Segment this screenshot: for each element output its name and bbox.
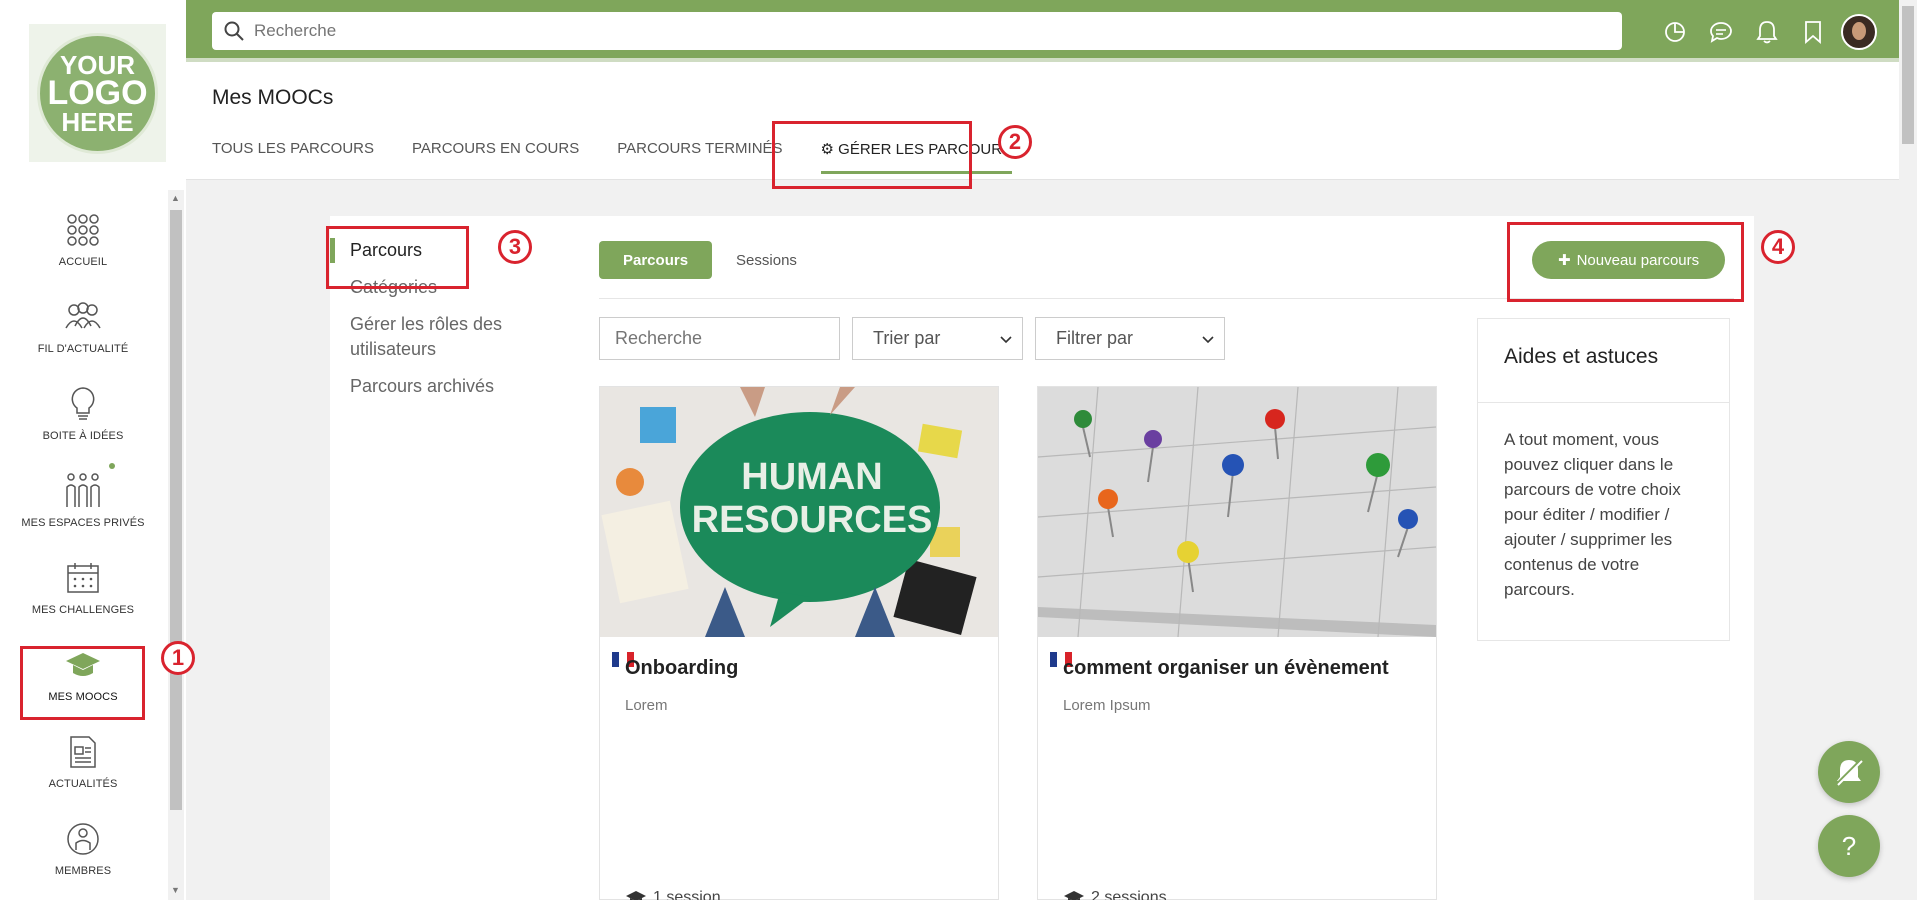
sidebar-item-label: MES ESPACES PRIVÉS: [21, 516, 145, 529]
help-button[interactable]: ?: [1818, 815, 1880, 877]
card-title: comment organiser un évènement: [1063, 657, 1389, 679]
page-title: Mes MOOCs: [212, 86, 334, 109]
sidebar-scrollbar-thumb[interactable]: [170, 210, 182, 810]
sidebar-item-label: ACTUALITÉS: [48, 777, 118, 790]
sidebar-item-membres[interactable]: MEMBRES: [0, 804, 166, 891]
bell-off-icon: [1835, 758, 1863, 786]
parcours-card[interactable]: comment organiser un évènement Lorem Ips…: [1037, 386, 1437, 900]
tab-parcours-termines[interactable]: PARCOURS TERMINÉS: [617, 140, 782, 174]
bookmark-icon[interactable]: [1790, 20, 1836, 44]
sidebar-item-accueil[interactable]: ACCUEIL: [0, 195, 166, 282]
sidebar-item-mes-challenges[interactable]: MES CHALLENGES: [0, 543, 166, 630]
main-scrollbar[interactable]: [1899, 0, 1917, 900]
help-box: Aides et astuces A tout moment, vous pou…: [1477, 318, 1730, 641]
card-description: Lorem: [625, 697, 668, 714]
member-icon: [63, 819, 103, 859]
mute-notifications-button[interactable]: [1818, 741, 1880, 803]
chat-icon[interactable]: [1698, 21, 1744, 43]
subnav-item-roles[interactable]: Gérer les rôles des utilisateurs: [330, 312, 520, 362]
card-sessions-label: 1 session: [653, 889, 721, 900]
annotation-box-2: [772, 121, 972, 189]
logo-line-3: HERE: [61, 106, 134, 137]
sort-select-label: Trier par: [873, 328, 941, 348]
card-sessions: 1 session: [625, 889, 721, 900]
scroll-down-arrow-icon[interactable]: ▼: [171, 885, 180, 895]
main-scrollbar-thumb[interactable]: [1902, 6, 1914, 144]
chevron-down-icon: [1000, 328, 1012, 349]
sidebar-item-mes-espaces-prives[interactable]: MES ESPACES PRIVÉS: [0, 456, 166, 543]
parcours-card[interactable]: HUMAN RESOURCES Onboarding Lorem 1 sessi…: [599, 386, 999, 900]
grid-dots-icon: [63, 210, 103, 250]
sidebar-scrollbar[interactable]: ▲ ▼: [168, 190, 184, 900]
top-bar: [186, 0, 1899, 62]
annotation-number-1: 1: [161, 641, 195, 675]
sidebar: YOUR LOGO HERE ACCUEIL FIL D'ACTUALITÉ B…: [0, 0, 186, 900]
tab-parcours[interactable]: Parcours: [599, 241, 713, 279]
card-sessions-label: 2 sessions: [1091, 889, 1167, 900]
pie-chart-icon[interactable]: [1652, 21, 1698, 43]
app: YOUR LOGO HERE ACCUEIL FIL D'ACTUALITÉ B…: [0, 0, 1917, 900]
notification-dot: [109, 463, 115, 469]
top-search-box[interactable]: [212, 12, 1622, 50]
tab-sessions[interactable]: Sessions: [712, 241, 821, 279]
sidebar-item-label: ACCUEIL: [58, 255, 108, 268]
graduation-cap-icon: [1064, 891, 1084, 900]
user-avatar[interactable]: [1836, 14, 1882, 50]
sidebar-item-label: BOITE À IDÉES: [42, 429, 124, 442]
logo-line-2: LOGO: [47, 74, 148, 113]
question-mark-icon: ?: [1841, 830, 1857, 861]
bell-icon[interactable]: [1744, 20, 1790, 44]
help-text: A tout moment, vous pouvez cliquer dans …: [1504, 430, 1681, 599]
chevron-down-icon: [1202, 328, 1214, 349]
logo: YOUR LOGO HERE: [37, 33, 158, 154]
top-search-input[interactable]: [254, 21, 1554, 41]
avatar: [1841, 14, 1877, 50]
news-icon: [63, 732, 103, 772]
filters-row: Trier par Filtrer par: [599, 317, 1225, 360]
page-header: Mes MOOCs TOUS LES PARCOURS PARCOURS EN …: [186, 62, 1899, 180]
annotation-number-2: 2: [998, 125, 1032, 159]
annotation-box-4: [1507, 222, 1744, 302]
annotation-box-3: [326, 226, 469, 289]
people-group-icon: [63, 297, 103, 337]
scroll-up-arrow-icon[interactable]: ▲: [171, 193, 180, 203]
sidebar-item-actualites[interactable]: ACTUALITÉS: [0, 717, 166, 804]
sidebar-item-label: MES CHALLENGES: [31, 603, 135, 616]
search-icon: [224, 21, 244, 41]
tab-parcours-en-cours[interactable]: PARCOURS EN COURS: [412, 140, 579, 174]
content-tabs: Parcours Sessions: [599, 241, 821, 279]
image-text-line-1: HUMAN: [741, 456, 882, 498]
manage-panel: Parcours Catégories Gérer les rôles des …: [330, 216, 1754, 900]
filter-select[interactable]: Filtrer par: [1035, 317, 1225, 360]
sidebar-item-fil-actualite[interactable]: FIL D'ACTUALITÉ: [0, 282, 166, 369]
image-text-line-2: RESOURCES: [692, 499, 933, 541]
annotation-box-1: [20, 646, 145, 720]
filter-select-label: Filtrer par: [1056, 328, 1134, 348]
help-title: Aides et astuces: [1478, 319, 1729, 403]
calendar-icon: [63, 558, 103, 598]
graduation-cap-icon: [626, 891, 646, 900]
card-sessions: 2 sessions: [1063, 889, 1167, 900]
card-description: Lorem Ipsum: [1063, 697, 1151, 714]
sidebar-item-label: FIL D'ACTUALITÉ: [37, 342, 129, 355]
private-spaces-icon: [63, 471, 103, 511]
sidebar-item-boite-a-idees[interactable]: BOITE À IDÉES: [0, 369, 166, 456]
annotation-number-3: 3: [498, 230, 532, 264]
annotation-number-4: 4: [1761, 230, 1795, 264]
card-image-hr: HUMAN RESOURCES: [600, 387, 998, 637]
card-image-calendar-pins: [1038, 387, 1436, 637]
card-title: Onboarding: [625, 657, 739, 679]
lightbulb-icon: [63, 384, 103, 424]
tab-tous-les-parcours[interactable]: TOUS LES PARCOURS: [212, 140, 374, 174]
logo-box[interactable]: YOUR LOGO HERE: [29, 24, 166, 162]
parcours-search-input[interactable]: [599, 317, 840, 360]
sort-select[interactable]: Trier par: [852, 317, 1023, 360]
top-icons: [1652, 14, 1882, 50]
sidebar-item-label: MEMBRES: [54, 864, 112, 877]
subnav-item-archives[interactable]: Parcours archivés: [330, 374, 580, 399]
